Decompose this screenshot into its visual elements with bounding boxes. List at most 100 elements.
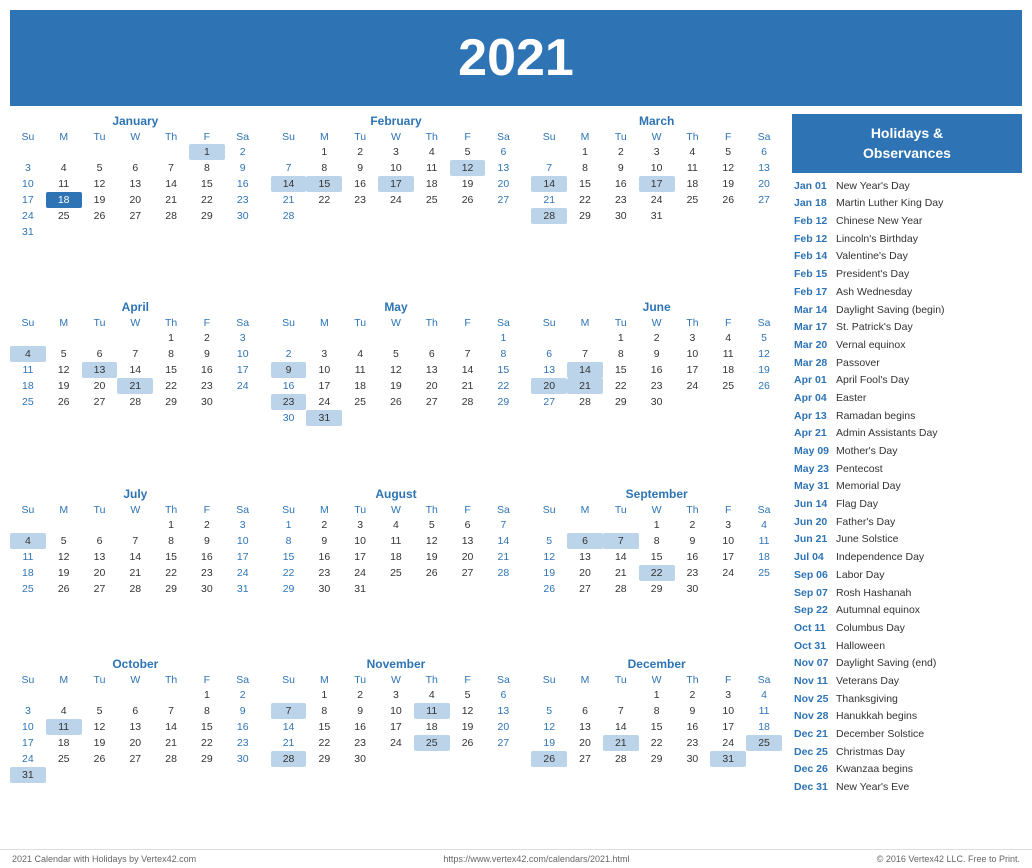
- holiday-date: Feb 15: [794, 267, 832, 282]
- calendar-day: 10: [10, 719, 46, 735]
- holiday-date: Jun 20: [794, 515, 832, 530]
- holiday-date: May 31: [794, 479, 832, 494]
- calendar-day: 29: [153, 394, 189, 410]
- calendar-day: 14: [117, 549, 153, 565]
- holiday-item: Dec 21December Solstice: [792, 726, 1022, 744]
- calendar-day: [271, 687, 307, 703]
- holiday-name: New Year's Day: [836, 179, 910, 194]
- calendar-day: 26: [450, 192, 486, 208]
- calendar-day: [378, 208, 414, 224]
- calendar-day: 20: [82, 378, 118, 394]
- calendar-day: [153, 687, 189, 703]
- calendar-day: [10, 687, 46, 703]
- calendar-day: 13: [485, 703, 521, 719]
- calendar-day: 15: [306, 176, 342, 192]
- holiday-date: Apr 13: [794, 409, 832, 424]
- holiday-date: Mar 17: [794, 320, 832, 335]
- calendar-day: 5: [46, 533, 82, 549]
- calendar-day: 10: [306, 362, 342, 378]
- calendar-day: 25: [710, 378, 746, 394]
- calendar-day: 14: [153, 719, 189, 735]
- calendar-day: 20: [450, 549, 486, 565]
- calendar-day: 9: [189, 533, 225, 549]
- holiday-name: Hanukkah begins: [836, 709, 917, 724]
- calendar-day: 12: [82, 719, 118, 735]
- calendar-day: 17: [10, 735, 46, 751]
- holiday-date: Mar 20: [794, 338, 832, 353]
- day-header: Sa: [225, 503, 261, 517]
- calendar-day: 5: [710, 144, 746, 160]
- calendar-day: 12: [450, 160, 486, 176]
- calendar-day: 22: [189, 192, 225, 208]
- calendar-day: 8: [271, 533, 307, 549]
- calendar-day: 1: [189, 144, 225, 160]
- day-header: W: [117, 503, 153, 517]
- holiday-name: December Solstice: [836, 727, 924, 742]
- calendar-day: 11: [746, 533, 782, 549]
- calendar-day: [414, 208, 450, 224]
- calendar-day: 11: [378, 533, 414, 549]
- calendar-day: 14: [531, 176, 567, 192]
- holiday-date: Feb 12: [794, 214, 832, 229]
- holiday-item: Mar 17St. Patrick's Day: [792, 319, 1022, 337]
- day-header: M: [567, 130, 603, 144]
- calendar-day: 24: [306, 394, 342, 410]
- calendar-day: 30: [271, 410, 307, 426]
- calendar-day: 7: [567, 346, 603, 362]
- calendar-day: 16: [306, 549, 342, 565]
- calendar-day: 22: [567, 192, 603, 208]
- holiday-item: Apr 01April Fool's Day: [792, 372, 1022, 390]
- calendar-day: 25: [10, 394, 46, 410]
- calendar-day: [414, 330, 450, 346]
- calendar-grid: JanuarySuMTuWThFSa1234567891011121314151…: [10, 114, 782, 837]
- calendar-day: 4: [710, 330, 746, 346]
- calendar-day: 26: [414, 565, 450, 581]
- calendar-day: [82, 687, 118, 703]
- day-header: F: [710, 673, 746, 687]
- calendar-day: 1: [271, 517, 307, 533]
- calendar-day: [378, 751, 414, 767]
- calendar-day: 23: [603, 192, 639, 208]
- day-header: W: [639, 130, 675, 144]
- calendar-day: 8: [153, 346, 189, 362]
- calendar-day: [746, 581, 782, 597]
- calendar-day: 7: [603, 533, 639, 549]
- calendar-day: 23: [225, 735, 261, 751]
- holiday-name: Memorial Day: [836, 479, 901, 494]
- calendar-day: 13: [485, 160, 521, 176]
- holiday-date: Apr 04: [794, 391, 832, 406]
- calendar-day: [46, 330, 82, 346]
- calendar-day: 1: [603, 330, 639, 346]
- day-header: Sa: [485, 316, 521, 330]
- day-header: Su: [10, 316, 46, 330]
- calendar-day: 21: [271, 735, 307, 751]
- holiday-name: Martin Luther King Day: [836, 196, 943, 211]
- calendar-day: 29: [189, 751, 225, 767]
- calendar-day: 27: [414, 394, 450, 410]
- day-header: Sa: [746, 503, 782, 517]
- day-header: Th: [153, 316, 189, 330]
- month-block-november: NovemberSuMTuWThFSa123456789101112131415…: [271, 657, 522, 837]
- calendar-day: 25: [378, 565, 414, 581]
- calendar-day: 20: [485, 176, 521, 192]
- calendar-day: 23: [342, 192, 378, 208]
- calendar-day: 22: [306, 735, 342, 751]
- calendar-day: 5: [531, 533, 567, 549]
- calendar-day: 15: [639, 549, 675, 565]
- calendar-day: [82, 767, 118, 783]
- day-header: F: [710, 316, 746, 330]
- calendar-day: 18: [675, 176, 711, 192]
- calendar-day: 3: [710, 517, 746, 533]
- calendar-day: 19: [414, 549, 450, 565]
- holiday-item: May 09Mother's Day: [792, 443, 1022, 461]
- calendar-day: [378, 410, 414, 426]
- month-title: November: [271, 657, 522, 671]
- calendar-day: [117, 767, 153, 783]
- holiday-name: New Year's Eve: [836, 780, 909, 795]
- calendar-day: 11: [675, 160, 711, 176]
- calendar-day: 8: [306, 703, 342, 719]
- holidays-header: Holidays &Observances: [792, 114, 1022, 173]
- calendar-day: 26: [531, 581, 567, 597]
- calendar-day: 23: [189, 565, 225, 581]
- calendar-day: 29: [271, 581, 307, 597]
